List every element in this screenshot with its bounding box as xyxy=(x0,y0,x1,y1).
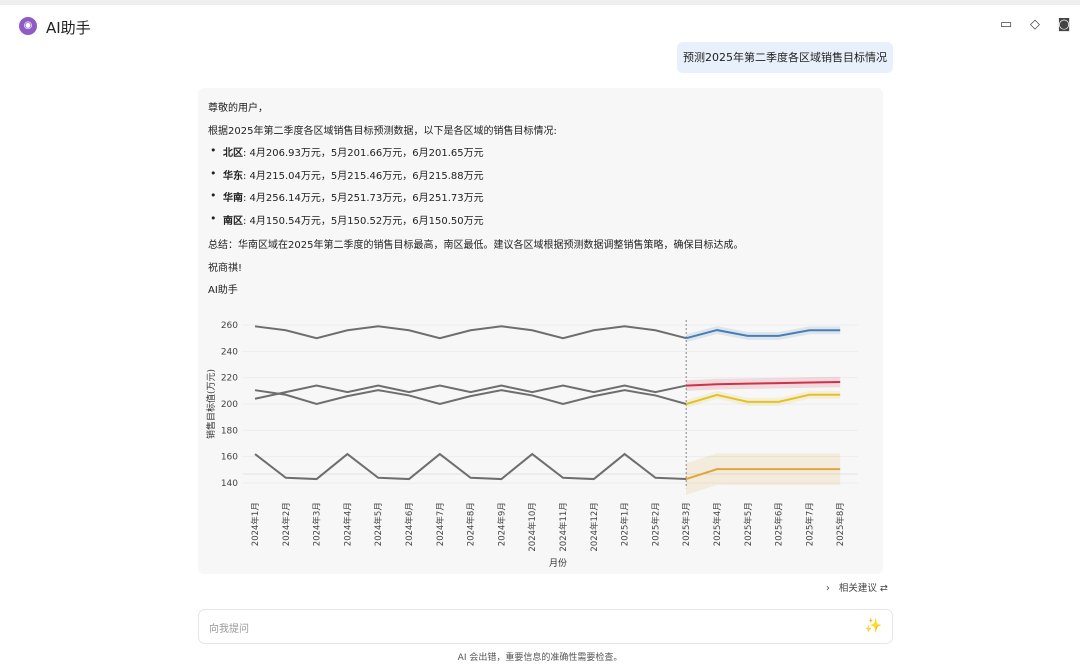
confidence-band-北区 xyxy=(686,390,841,408)
region-values: : 4月256.14万元，5月251.73万元，6月251.73万元 xyxy=(243,193,484,204)
y-tick-label: 140 xyxy=(221,479,238,489)
x-tick-label: 2025年1月 xyxy=(620,502,631,546)
x-tick-label: 2024年1月 xyxy=(250,502,261,546)
related-label: 相关建议 xyxy=(838,583,877,594)
region-name: 南区 xyxy=(223,216,243,227)
region-name: 北区 xyxy=(223,148,243,159)
robot-icon: ◉ xyxy=(19,17,37,35)
chevron-right-icon: › xyxy=(826,583,830,594)
magic-wand-icon[interactable]: ✨ xyxy=(865,618,882,634)
list-item: 南区: 4月150.54万元，5月150.52万元，6月150.50万元 xyxy=(210,212,484,227)
list-item: 华东: 4月215.04万元，5月215.46万元，6月215.88万元 xyxy=(210,167,484,182)
disclaimer: AI 会出错，重要信息的准确性需要检查。 xyxy=(457,653,623,663)
x-tick-label: 2024年3月 xyxy=(312,502,323,546)
region-name: 华南 xyxy=(223,193,243,204)
x-tick-label: 2025年4月 xyxy=(712,502,723,546)
region-values: : 4月215.04万元，5月215.46万元，6月215.88万元 xyxy=(243,171,484,182)
summary: 总结：华南区域在2025年第二季度的销售目标最高，南区最低。建议各区域根据预测数… xyxy=(208,240,744,251)
y-tick-label: 160 xyxy=(221,453,238,463)
confidence-band-华南 xyxy=(686,326,841,343)
greeting: 尊敬的用户， xyxy=(208,103,268,114)
y-tick-label: 240 xyxy=(221,347,238,357)
x-tick-label: 2025年7月 xyxy=(804,502,815,546)
confidence-band-南区 xyxy=(686,453,841,495)
x-tick-label: 2024年11月 xyxy=(558,502,569,551)
y-tick-label: 180 xyxy=(221,426,238,436)
y-tick-label: 220 xyxy=(221,374,238,384)
closing: 祝商祺! xyxy=(208,263,243,274)
camera-icon[interactable]: ◙ xyxy=(1056,17,1072,33)
x-tick-label: 2024年8月 xyxy=(466,502,477,546)
x-tick-label: 2024年4月 xyxy=(342,502,353,546)
region-values: : 4月206.93万元，5月201.66万元，6月201.65万元 xyxy=(243,148,484,159)
history-line-南区 xyxy=(254,452,687,481)
x-tick-label: 2024年6月 xyxy=(404,502,415,546)
x-tick-label: 2025年2月 xyxy=(650,502,661,546)
eraser-icon[interactable]: ◇ xyxy=(1027,17,1043,33)
related-suggestions-button[interactable]: › 相关建议 ⇄ xyxy=(826,580,888,594)
assistant-answer: 尊敬的用户， 根据2025年第二季度各区域销售目标预测数据，以下是各区域的销售目… xyxy=(198,88,883,574)
x-tick-label: 2024年12月 xyxy=(589,502,600,551)
x-tick-label: 2025年8月 xyxy=(835,502,846,546)
x-tick-label: 2024年2月 xyxy=(281,502,292,546)
question-input[interactable]: 向我提问 ✨ xyxy=(198,609,893,644)
app-title: AI助手 xyxy=(46,19,91,37)
region-name: 华东 xyxy=(223,171,243,182)
y-tick-label: 200 xyxy=(221,400,238,410)
list-item: 北区: 4月206.93万元，5月201.66万元，6月201.65万元 xyxy=(210,144,484,159)
y-axis-label: 销售目标值(万元) xyxy=(205,369,217,439)
x-tick-label: 2024年7月 xyxy=(435,502,446,546)
x-tick-label: 2024年10月 xyxy=(527,502,538,551)
refresh-icon: ⇄ xyxy=(879,583,888,594)
user-message: 预测2025年第二季度各区域销售目标情况 xyxy=(677,42,893,73)
intro: 根据2025年第二季度各区域销售目标预测数据，以下是各区域的销售目标情况: xyxy=(208,126,557,137)
feedback-icon[interactable]: ▭ xyxy=(998,17,1014,33)
sales-forecast-chart: 140 160 180 200 220 240 260 2024年1月 2024年2月 2024年… xyxy=(205,320,858,569)
top-bar: ◉ AI助手 ▭ ◇ ◙ xyxy=(0,0,1080,50)
history-line-华南 xyxy=(254,325,687,340)
x-tick-label: 2024年9月 xyxy=(496,502,507,546)
x-tick-label: 2025年5月 xyxy=(743,502,754,546)
input-placeholder: 向我提问 xyxy=(209,624,249,635)
x-tick-label: 2024年5月 xyxy=(373,502,384,546)
list-item: 华南: 4月256.14万元，5月251.73万元，6月251.73万元 xyxy=(210,189,484,204)
x-axis-label: 月份 xyxy=(549,557,567,569)
x-tick-label: 2025年6月 xyxy=(774,502,785,546)
region-values: : 4月150.54万元，5月150.52万元，6月150.50万元 xyxy=(243,216,484,227)
signature: AI助手 xyxy=(208,285,238,296)
x-tick-label: 2025年3月 xyxy=(681,502,692,546)
y-tick-label: 260 xyxy=(221,321,238,331)
